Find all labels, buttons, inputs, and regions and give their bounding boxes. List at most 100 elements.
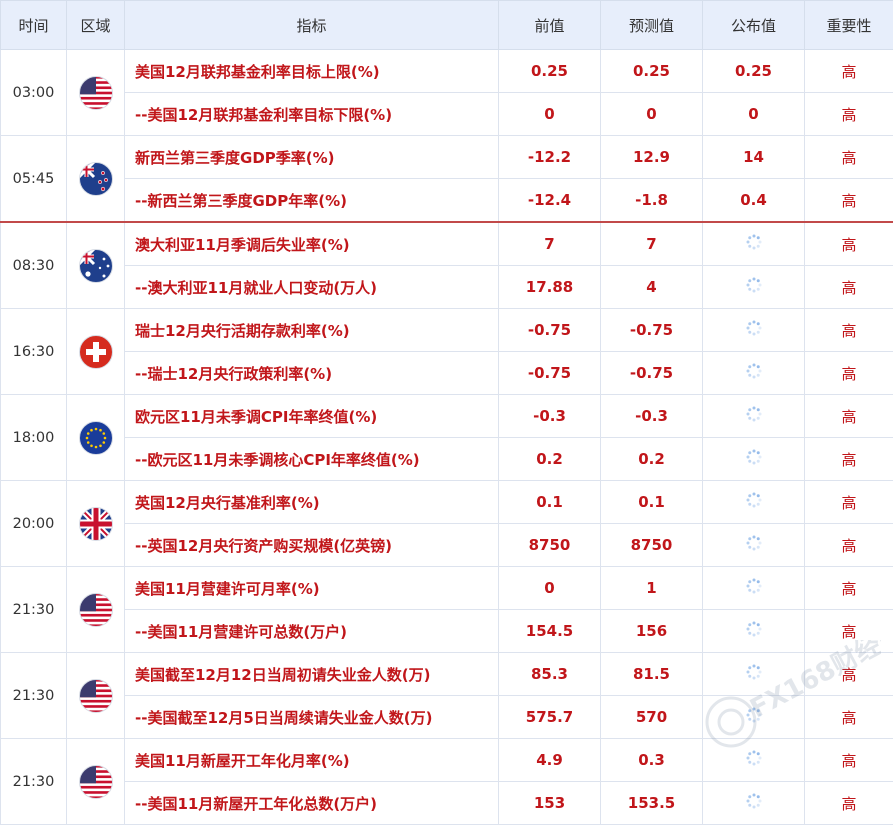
forecast-value: 1 bbox=[600, 566, 703, 610]
forecast-value: 12.9 bbox=[600, 135, 703, 179]
table-row[interactable]: 03:00 美国12月联邦基金利率目标上限(%) 0.25 0.25 0.25 高 bbox=[0, 49, 893, 136]
header-importance[interactable]: 重要性 bbox=[804, 0, 893, 50]
table-row[interactable]: --美国12月联邦基金利率目标下限(%) 0 0 0 高 bbox=[1, 92, 893, 136]
region-cell bbox=[66, 566, 125, 653]
previous-value: -0.75 bbox=[498, 351, 601, 395]
header-previous[interactable]: 前值 bbox=[498, 0, 601, 50]
time-cell: 08:30 bbox=[0, 221, 67, 309]
indicator-name[interactable]: --英国12月央行资产购买规模(亿英镑) bbox=[124, 523, 499, 567]
indicator-name[interactable]: --美国11月营建许可总数(万户) bbox=[124, 609, 499, 653]
actual-pending bbox=[702, 609, 805, 653]
table-header-row: 时间 区域 指标 前值 预测值 公布值 重要性 bbox=[0, 0, 893, 50]
table-row[interactable]: 16:30 瑞士12月央行活期存款利率(%) -0.75 -0.75 高 bbox=[0, 308, 893, 395]
forecast-value: 570 bbox=[600, 695, 703, 739]
table-row[interactable]: --澳大利亚11月就业人口变动(万人) 17.88 4 高 bbox=[1, 265, 893, 309]
indicator-name[interactable]: 澳大利亚11月季调后失业率(%) bbox=[124, 221, 499, 266]
actual-pending bbox=[702, 695, 805, 739]
importance-value: 高 bbox=[804, 265, 893, 309]
loading-spinner-icon bbox=[746, 707, 761, 723]
actual-pending bbox=[702, 221, 805, 266]
indicator-name[interactable]: --澳大利亚11月就业人口变动(万人) bbox=[124, 265, 499, 309]
indicator-name[interactable]: 英国12月央行基准利率(%) bbox=[124, 480, 499, 524]
table-row[interactable]: 18:00 欧元区11月未季调CPI年率终值(%) -0.3 -0.3 高 bbox=[0, 394, 893, 481]
actual-pending bbox=[702, 523, 805, 567]
us-flag-icon bbox=[78, 678, 113, 713]
region-cell bbox=[66, 221, 125, 309]
indicator-name[interactable]: 美国截至12月12日当周初请失业金人数(万) bbox=[124, 652, 499, 696]
table-row[interactable]: --欧元区11月未季调核心CPI年率终值(%) 0.2 0.2 高 bbox=[1, 437, 893, 481]
loading-spinner-icon bbox=[746, 406, 761, 422]
indicator-name[interactable]: 欧元区11月未季调CPI年率终值(%) bbox=[124, 394, 499, 438]
indicator-name[interactable]: --美国12月联邦基金利率目标下限(%) bbox=[124, 92, 499, 136]
table-row[interactable]: 08:30 澳大利亚11月季调后失业率(%) 7 7 高 bbox=[0, 221, 893, 309]
table-row[interactable]: 21:30 美国11月新屋开工年化月率(%) 4.9 0.3 高 bbox=[0, 738, 893, 825]
actual-pending bbox=[702, 480, 805, 524]
table-row[interactable]: --美国截至12月5日当周续请失业金人数(万) 575.7 570 高 bbox=[1, 695, 893, 739]
indicator-name[interactable]: --欧元区11月未季调核心CPI年率终值(%) bbox=[124, 437, 499, 481]
header-time[interactable]: 时间 bbox=[0, 0, 67, 50]
us-flag-icon bbox=[78, 592, 113, 627]
time-cell: 20:00 bbox=[0, 480, 67, 567]
header-indicator[interactable]: 指标 bbox=[124, 0, 499, 50]
header-forecast[interactable]: 预测值 bbox=[600, 0, 703, 50]
indicator-name[interactable]: 新西兰第三季度GDP季率(%) bbox=[124, 135, 499, 179]
eu-flag-icon bbox=[78, 420, 113, 455]
previous-value: 85.3 bbox=[498, 652, 601, 696]
au-flag-icon bbox=[78, 248, 113, 283]
importance-value: 高 bbox=[804, 351, 893, 395]
table-row[interactable]: 21:30 美国截至12月12日当周初请失业金人数(万) 85.3 81.5 高 bbox=[0, 652, 893, 739]
importance-value: 高 bbox=[804, 92, 893, 136]
previous-value: 153 bbox=[498, 781, 601, 825]
forecast-value: -0.75 bbox=[600, 308, 703, 352]
indicator-name[interactable]: 美国11月营建许可月率(%) bbox=[124, 566, 499, 610]
region-cell bbox=[66, 394, 125, 481]
indicator-name[interactable]: 美国11月新屋开工年化月率(%) bbox=[124, 738, 499, 782]
previous-value: 0.1 bbox=[498, 480, 601, 524]
table-row[interactable]: --美国11月新屋开工年化总数(万户) 153 153.5 高 bbox=[1, 781, 893, 825]
table-row[interactable]: --新西兰第三季度GDP年率(%) -12.4 -1.8 0.4 高 bbox=[1, 178, 893, 223]
uk-flag-icon bbox=[78, 506, 113, 541]
table-row[interactable]: --美国11月营建许可总数(万户) 154.5 156 高 bbox=[1, 609, 893, 653]
header-actual[interactable]: 公布值 bbox=[702, 0, 805, 50]
actual-pending bbox=[702, 738, 805, 782]
time-cell: 18:00 bbox=[0, 394, 67, 481]
forecast-value: 0 bbox=[600, 92, 703, 136]
forecast-value: -0.75 bbox=[600, 351, 703, 395]
forecast-value: 0.25 bbox=[600, 49, 703, 93]
table-row[interactable]: --瑞士12月央行政策利率(%) -0.75 -0.75 高 bbox=[1, 351, 893, 395]
table-row[interactable]: 05:45 新西兰第三季度GDP季率(%) -12.2 12.9 14 高 bbox=[0, 135, 893, 223]
region-cell bbox=[66, 49, 125, 136]
table-row[interactable]: 21:30 美国11月营建许可月率(%) 0 1 高 bbox=[0, 566, 893, 653]
actual-pending bbox=[702, 265, 805, 309]
indicator-name[interactable]: --新西兰第三季度GDP年率(%) bbox=[124, 178, 499, 223]
actual-pending bbox=[702, 652, 805, 696]
loading-spinner-icon bbox=[746, 363, 761, 379]
indicator-name[interactable]: --瑞士12月央行政策利率(%) bbox=[124, 351, 499, 395]
loading-spinner-icon bbox=[746, 320, 761, 336]
actual-value: 0.4 bbox=[702, 178, 805, 223]
loading-spinner-icon bbox=[746, 793, 761, 809]
header-region[interactable]: 区域 bbox=[66, 0, 125, 50]
importance-value: 高 bbox=[804, 480, 893, 524]
table-row[interactable]: 20:00 英国12月央行基准利率(%) 0.1 0.1 高 bbox=[0, 480, 893, 567]
indicator-name[interactable]: 美国12月联邦基金利率目标上限(%) bbox=[124, 49, 499, 93]
indicator-name[interactable]: --美国11月新屋开工年化总数(万户) bbox=[124, 781, 499, 825]
actual-value: 0.25 bbox=[702, 49, 805, 93]
indicator-name[interactable]: 瑞士12月央行活期存款利率(%) bbox=[124, 308, 499, 352]
time-cell: 21:30 bbox=[0, 566, 67, 653]
previous-value: 0 bbox=[498, 92, 601, 136]
loading-spinner-icon bbox=[746, 277, 761, 293]
actual-value: 14 bbox=[702, 135, 805, 179]
time-cell: 21:30 bbox=[0, 652, 67, 739]
region-cell bbox=[66, 652, 125, 739]
indicator-name[interactable]: --美国截至12月5日当周续请失业金人数(万) bbox=[124, 695, 499, 739]
loading-spinner-icon bbox=[746, 492, 761, 508]
actual-pending bbox=[702, 566, 805, 610]
previous-value: 17.88 bbox=[498, 265, 601, 309]
forecast-value: 81.5 bbox=[600, 652, 703, 696]
nz-flag-icon bbox=[78, 161, 113, 196]
forecast-value: 0.2 bbox=[600, 437, 703, 481]
actual-pending bbox=[702, 394, 805, 438]
table-row[interactable]: --英国12月央行资产购买规模(亿英镑) 8750 8750 高 bbox=[1, 523, 893, 567]
region-cell bbox=[66, 135, 125, 223]
